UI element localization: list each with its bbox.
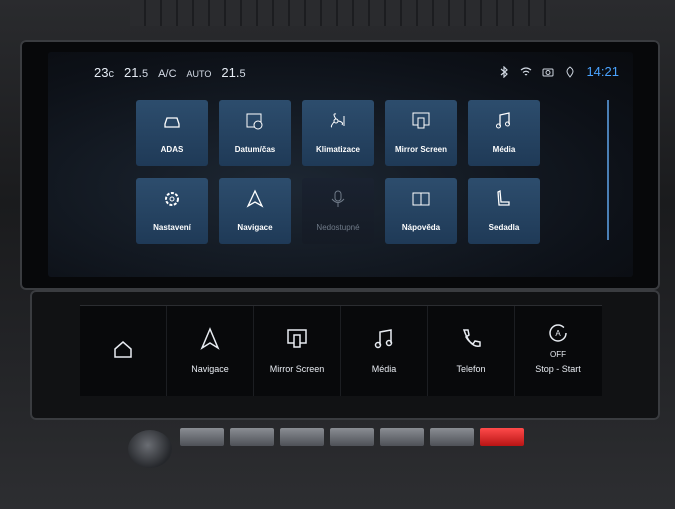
app-tile-datetime[interactable]: Datum/čas (219, 100, 291, 166)
app-tile-label: Nápověda (401, 223, 441, 232)
app-tile-media[interactable]: Média (468, 100, 540, 166)
app-tile-label: Navigace (237, 223, 273, 232)
navigation-arrow-icon (200, 327, 220, 350)
infotainment-screen: 23c 21.5 A/C AUTO 21.5 14:21 ADAS Datum/… (48, 52, 633, 277)
status-bar: 23c 21.5 A/C AUTO 21.5 14:21 (48, 60, 633, 80)
app-tile-settings[interactable]: Nastavení (136, 178, 208, 244)
app-tile-label: Klimatizace (315, 145, 361, 154)
app-tile-label: Média (492, 145, 516, 154)
gear-icon (165, 192, 179, 206)
app-tile-label: ADAS (160, 145, 184, 154)
fan-icon (330, 113, 345, 128)
home-button[interactable] (80, 306, 167, 396)
app-tile-help[interactable]: Nápověda (385, 178, 457, 244)
calendar-clock-icon (246, 113, 263, 130)
app-grid: ADAS Datum/čas Klimatizace Mirror Screen… (136, 100, 556, 244)
stop-start-status: OFF (550, 350, 566, 359)
app-tile-adas[interactable]: ADAS (136, 100, 208, 166)
shortcut-label: Stop - Start (535, 364, 581, 374)
set-temperature[interactable]: 21.5 (124, 65, 148, 80)
hardware-key[interactable] (180, 428, 224, 446)
shortcut-label: Média (371, 364, 397, 374)
media-shortcut-button[interactable]: Média (341, 306, 428, 396)
hardware-key[interactable] (280, 428, 324, 446)
stop-start-button[interactable]: A OFF Stop - Start (515, 306, 601, 396)
app-tile-seats[interactable]: Sedadla (468, 178, 540, 244)
auto-label[interactable]: AUTO (187, 69, 212, 79)
app-tile-label: Datum/čas (234, 145, 276, 154)
mirror-screen-icon (287, 329, 307, 348)
hardware-key[interactable] (330, 428, 374, 446)
hazard-key[interactable] (480, 428, 524, 446)
app-tile-navigation[interactable]: Navigace (219, 178, 291, 244)
mirror-screen-icon (412, 112, 430, 129)
shortcut-label: Navigace (191, 364, 229, 374)
app-tile-label: Mirror Screen (394, 145, 448, 154)
clock: 14:21 (586, 64, 619, 79)
shortcut-panel: Navigace Mirror Screen Média Telefon A O… (80, 305, 602, 396)
app-tile-climate[interactable]: Klimatizace (302, 100, 374, 166)
music-note-icon (374, 329, 393, 349)
navigation-shortcut-button[interactable]: Navigace (167, 306, 254, 396)
hardware-key-row (180, 428, 550, 452)
passenger-temperature[interactable]: 21.5 (221, 65, 245, 80)
hardware-key[interactable] (430, 428, 474, 446)
book-icon (412, 192, 430, 206)
microphone-icon (331, 190, 345, 207)
svg-text:A: A (555, 329, 561, 338)
driver-temperature[interactable]: 23c (94, 65, 114, 80)
music-note-icon (496, 112, 510, 129)
phone-shortcut-button[interactable]: Telefon (428, 306, 515, 396)
ac-label[interactable]: A/C (158, 68, 176, 80)
app-tile-label: Nedostupné (316, 223, 360, 232)
app-tile-unavailable: Nedostupné (302, 178, 374, 244)
air-vent (130, 0, 550, 26)
hardware-key[interactable] (380, 428, 424, 446)
shortcut-label: Mirror Screen (269, 364, 325, 374)
car-icon (164, 117, 180, 128)
seat-icon (497, 189, 510, 206)
home-icon (114, 341, 132, 358)
shortcut-label: Telefon (456, 364, 486, 374)
wifi-icon (521, 66, 532, 75)
mirror-screen-shortcut-button[interactable]: Mirror Screen (254, 306, 341, 396)
phone-icon (462, 329, 481, 347)
scrollbar[interactable] (607, 100, 609, 240)
app-tile-mirror-screen[interactable]: Mirror Screen (385, 100, 457, 166)
volume-knob[interactable] (128, 430, 172, 468)
app-tile-label: Nastavení (153, 223, 191, 232)
navigation-arrow-icon (246, 189, 264, 208)
camera-icon (542, 68, 554, 76)
hardware-key[interactable] (230, 428, 274, 446)
auto-stop-start-icon: A (549, 324, 567, 342)
location-icon (566, 65, 574, 78)
app-tile-label: Sedadla (488, 223, 520, 232)
bluetooth-icon (501, 65, 509, 78)
